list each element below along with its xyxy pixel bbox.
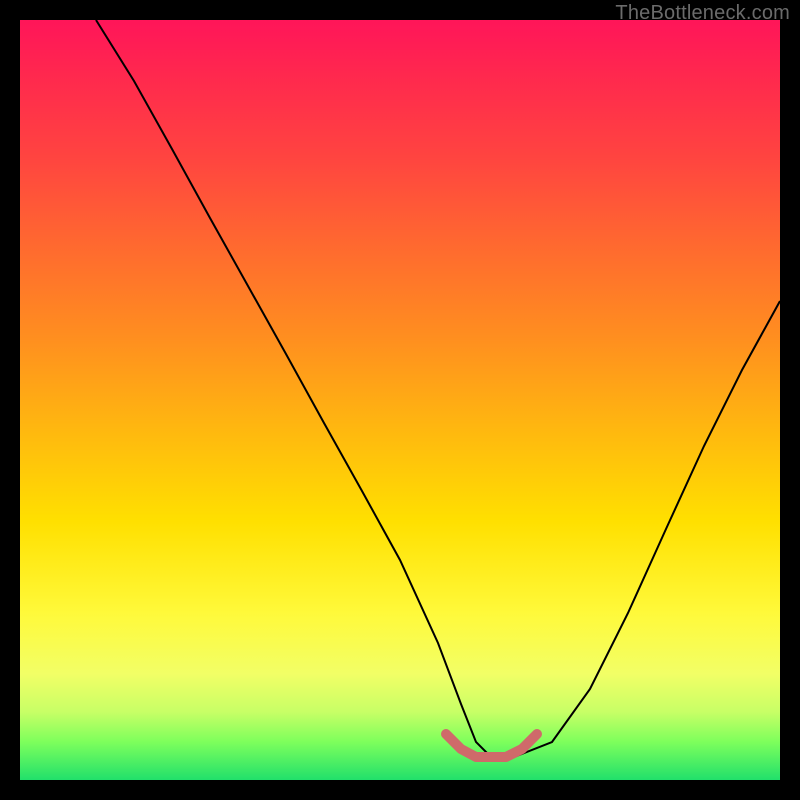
chart-svg [20, 20, 780, 780]
chart-frame: TheBottleneck.com [0, 0, 800, 800]
optimal-band-line [446, 734, 537, 757]
watermark-text: TheBottleneck.com [615, 2, 790, 25]
chart-plot-area [20, 20, 780, 780]
bottleneck-curve-line [96, 20, 780, 757]
